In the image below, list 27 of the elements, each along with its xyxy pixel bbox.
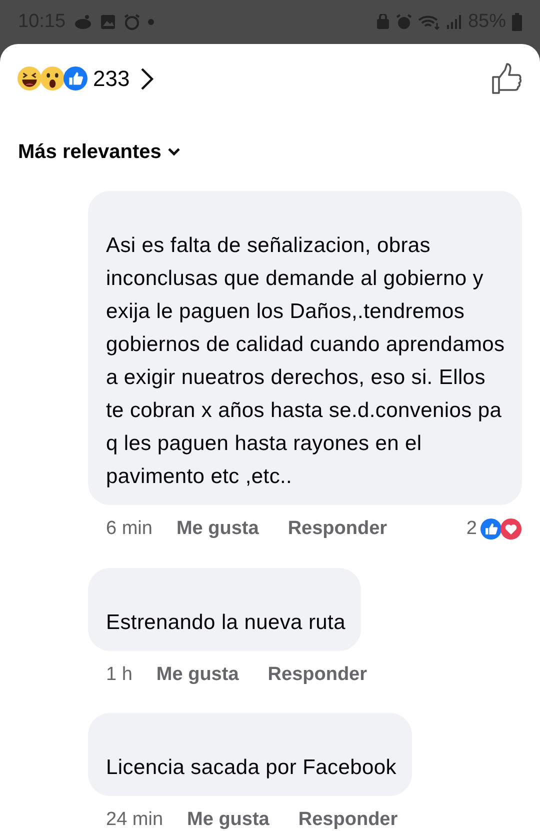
like-link[interactable]: Me gusta: [176, 515, 259, 544]
like-link[interactable]: Me gusta: [187, 806, 270, 831]
comment-time: 6 min: [106, 517, 152, 541]
wifi-icon: [418, 14, 440, 30]
comment-bubble: Estrenando la nueva ruta: [88, 568, 362, 650]
notification-icon: [74, 14, 92, 30]
chevron-right-icon[interactable]: [140, 66, 154, 90]
reply-link[interactable]: Responder: [298, 806, 398, 831]
alarm-icon: [124, 14, 140, 30]
signal-icon: [446, 14, 462, 30]
reply-link[interactable]: Responder: [288, 515, 388, 544]
battery-icon: [512, 13, 522, 31]
caret-icon: [167, 147, 182, 157]
comment-bubble: Asi es falta de señalizacion, obras inconclusas que demande al gobierno y exija le paguen los Daños,.tendremos gobiernos de calidad cuando aprendamos a exigir nueatros derechos, eso si. Ellos te cobran x años hasta se.d.convenios pa q les paguen hasta rayones en el pavimento etc ,etc..: [88, 191, 522, 505]
comment-time: 24 min: [106, 808, 164, 831]
comment-time: 1 h: [106, 662, 132, 686]
sort-dropdown[interactable]: Más relevantes: [18, 137, 182, 167]
reaction-count[interactable]: 233: [93, 62, 130, 95]
alarm-icon: [396, 14, 412, 30]
reply-link[interactable]: Responder: [268, 660, 368, 689]
lock-icon: [376, 14, 390, 30]
like-icon[interactable]: [491, 62, 523, 94]
reaction-count[interactable]: 2: [466, 515, 477, 544]
comment-bubble: Licencia sacada por Facebook: [88, 713, 412, 796]
image-icon: [100, 14, 116, 30]
dot-icon: [148, 19, 154, 25]
like-link[interactable]: Me gusta: [156, 660, 239, 689]
